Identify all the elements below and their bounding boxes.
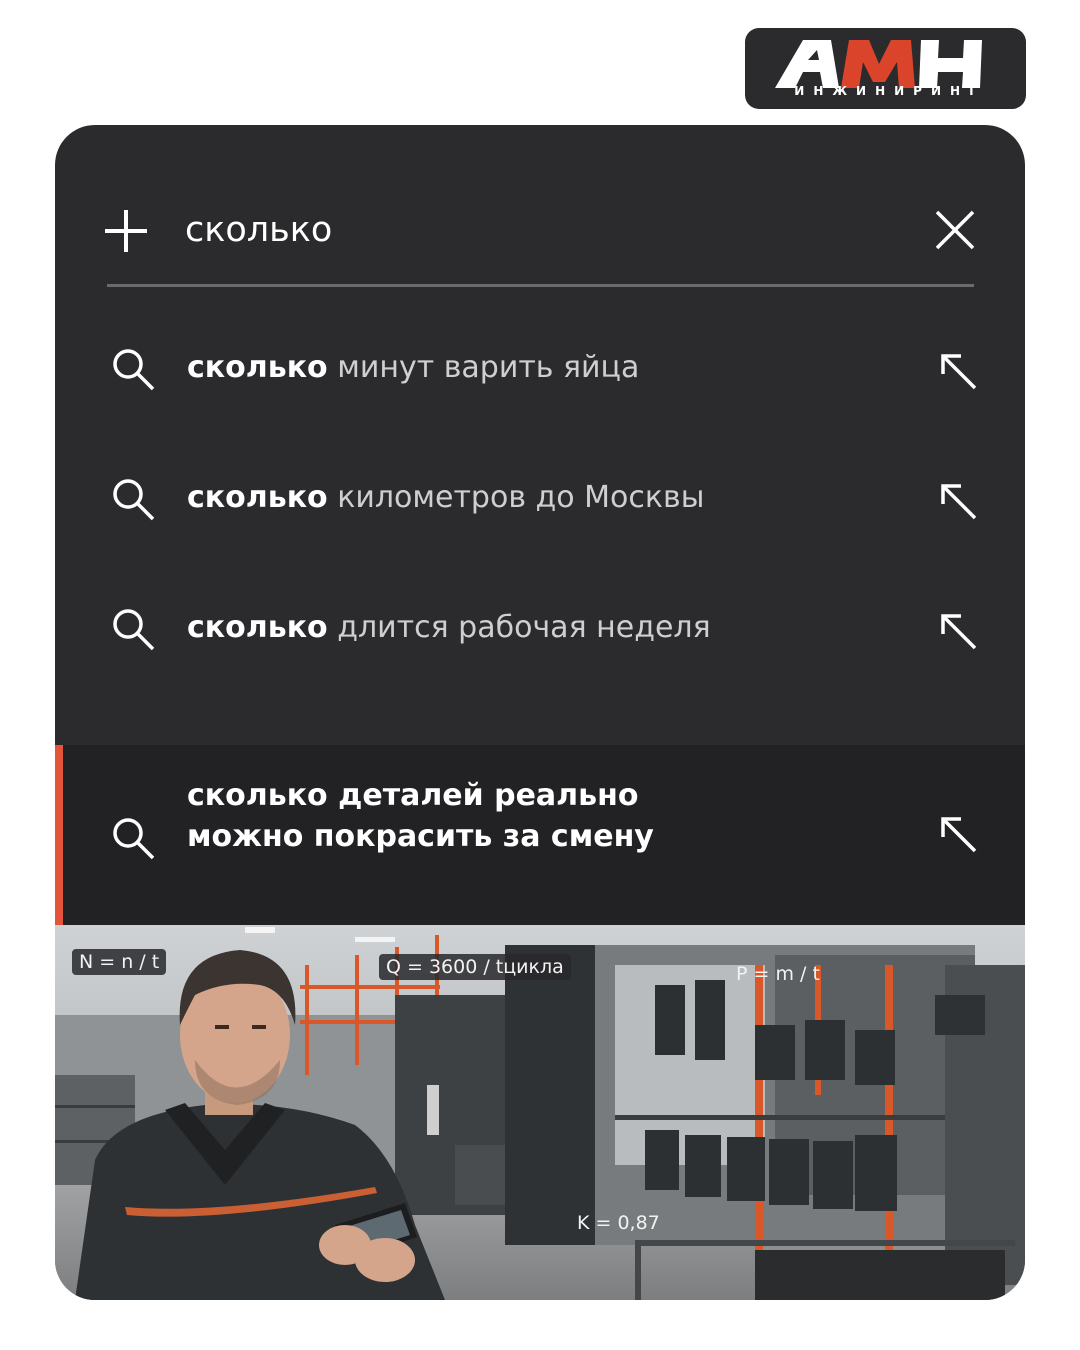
search-icon bbox=[113, 818, 155, 860]
arrow-up-left-icon[interactable] bbox=[939, 612, 979, 652]
suggestion-item-highlighted[interactable]: сколько деталей реально можно покрасить … bbox=[55, 745, 1025, 925]
suggestion-query-part: сколько bbox=[187, 480, 328, 515]
factory-photo: N = n / t Q = 3600 / tцикла P = m / t K … bbox=[55, 925, 1025, 1300]
brand-logo: ИНЖИНИРИНГ bbox=[745, 28, 1026, 109]
search-icon bbox=[113, 479, 155, 521]
suggestion-item[interactable]: сколько длится рабочая неделя bbox=[55, 588, 1025, 668]
plus-icon[interactable] bbox=[105, 210, 147, 252]
formula-label: P = m / t bbox=[736, 963, 820, 985]
search-icon bbox=[113, 609, 155, 651]
suggestion-completion: длится рабочая неделя bbox=[327, 610, 711, 645]
formula-label: N = n / t bbox=[72, 949, 167, 975]
suggestion-item[interactable]: сколько минут варить яйца bbox=[55, 328, 1025, 408]
brand-logo-subtitle: ИНЖИНИРИНГ bbox=[794, 84, 986, 98]
suggestion-completion: километров до Москвы bbox=[327, 480, 705, 515]
suggestion-label: сколько километров до Москвы bbox=[187, 478, 704, 518]
formula-label: Q = 3600 / tцикла bbox=[379, 954, 571, 980]
suggestion-label: сколько длится рабочая неделя bbox=[187, 608, 711, 648]
factory-scene-illustration bbox=[55, 925, 1025, 1300]
suggestion-query-part: сколько bbox=[187, 610, 328, 645]
suggestion-item[interactable]: сколько километров до Москвы bbox=[55, 458, 1025, 538]
close-icon[interactable] bbox=[935, 210, 975, 250]
highlighted-line-1: сколько деталей реально bbox=[187, 778, 639, 813]
highlight-accent-bar bbox=[55, 745, 63, 925]
search-bar bbox=[55, 125, 1025, 290]
search-icon bbox=[113, 349, 155, 391]
arrow-up-left-icon[interactable] bbox=[939, 352, 979, 392]
formula-label: K = 0,87 bbox=[577, 1212, 660, 1234]
arrow-up-left-icon[interactable] bbox=[939, 815, 979, 855]
highlighted-suggestion-label: сколько деталей реально можно покрасить … bbox=[187, 775, 887, 857]
arrow-up-left-icon[interactable] bbox=[939, 482, 979, 522]
search-input[interactable] bbox=[185, 209, 885, 251]
highlighted-line-2: можно покрасить за смену bbox=[187, 819, 654, 854]
search-panel: сколько минут варить яйца сколько киломе… bbox=[55, 125, 1025, 1300]
search-divider bbox=[107, 284, 974, 287]
suggestion-label: сколько минут варить яйца bbox=[187, 348, 639, 388]
suggestion-query-part: сколько bbox=[187, 350, 328, 385]
suggestion-completion: минут варить яйца bbox=[327, 350, 640, 385]
